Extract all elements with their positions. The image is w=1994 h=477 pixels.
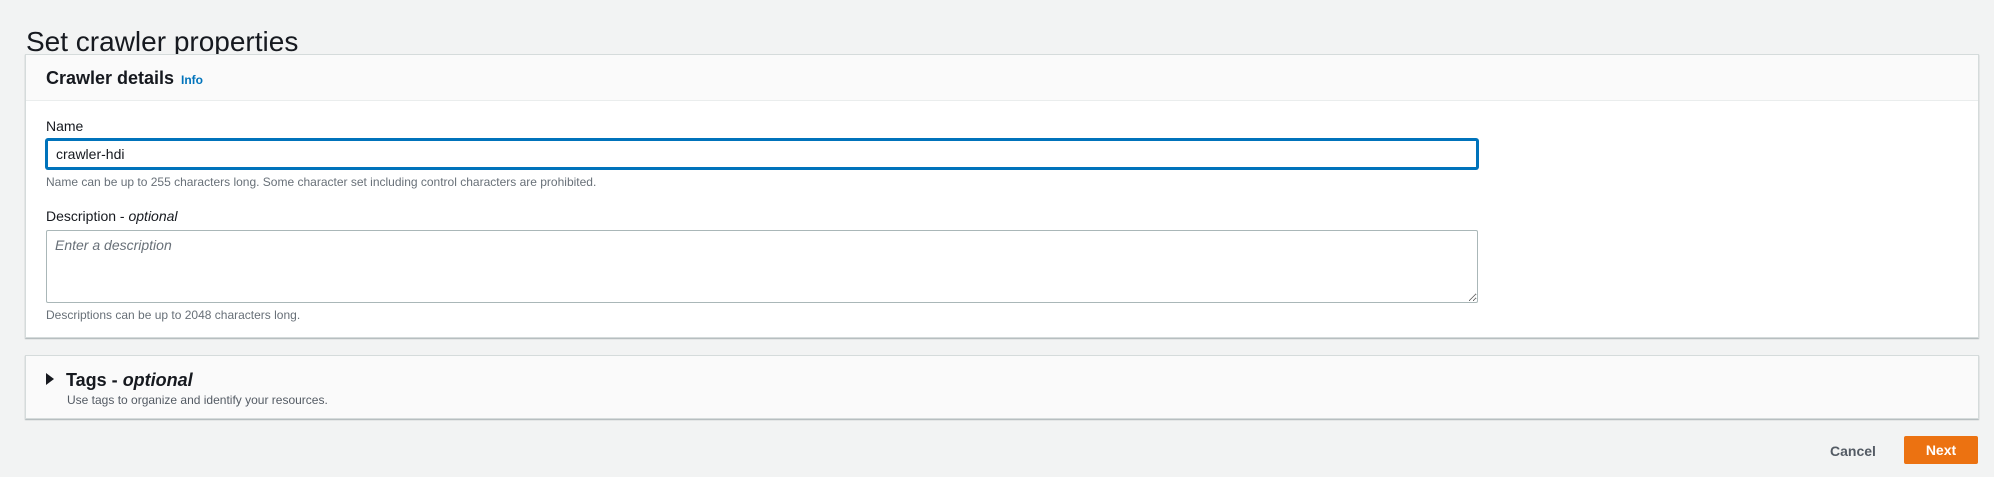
name-label: Name [46, 118, 84, 134]
cancel-button[interactable]: Cancel [1820, 438, 1886, 464]
name-input[interactable] [46, 139, 1478, 169]
description-textarea[interactable] [46, 230, 1478, 303]
name-hint: Name can be up to 255 characters long. S… [46, 175, 597, 189]
tags-expand-toggle[interactable]: Tags - optional [44, 369, 1244, 391]
tags-description: Use tags to organize and identify your r… [67, 393, 328, 407]
info-link[interactable]: Info [181, 73, 203, 87]
crawler-details-panel: Crawler details Info Name Name can be up… [25, 54, 1979, 338]
set-crawler-properties-page: Set crawler properties Crawler details I… [0, 0, 1994, 477]
description-hint: Descriptions can be up to 2048 character… [46, 308, 301, 322]
description-label: Description - optional [46, 207, 178, 225]
next-button[interactable]: Next [1904, 436, 1978, 464]
tags-title: Tags - optional [66, 369, 193, 391]
crawler-details-title: Crawler details [46, 68, 175, 88]
description-label-optional: optional [128, 208, 178, 224]
crawler-details-header: Crawler details Info [26, 55, 1978, 101]
caret-right-icon [46, 373, 54, 385]
tags-title-main: Tags - [66, 370, 118, 390]
tags-title-optional: optional [122, 370, 193, 390]
description-label-main: Description - [46, 208, 125, 224]
tags-panel: Tags - optional Use tags to organize and… [25, 355, 1979, 419]
